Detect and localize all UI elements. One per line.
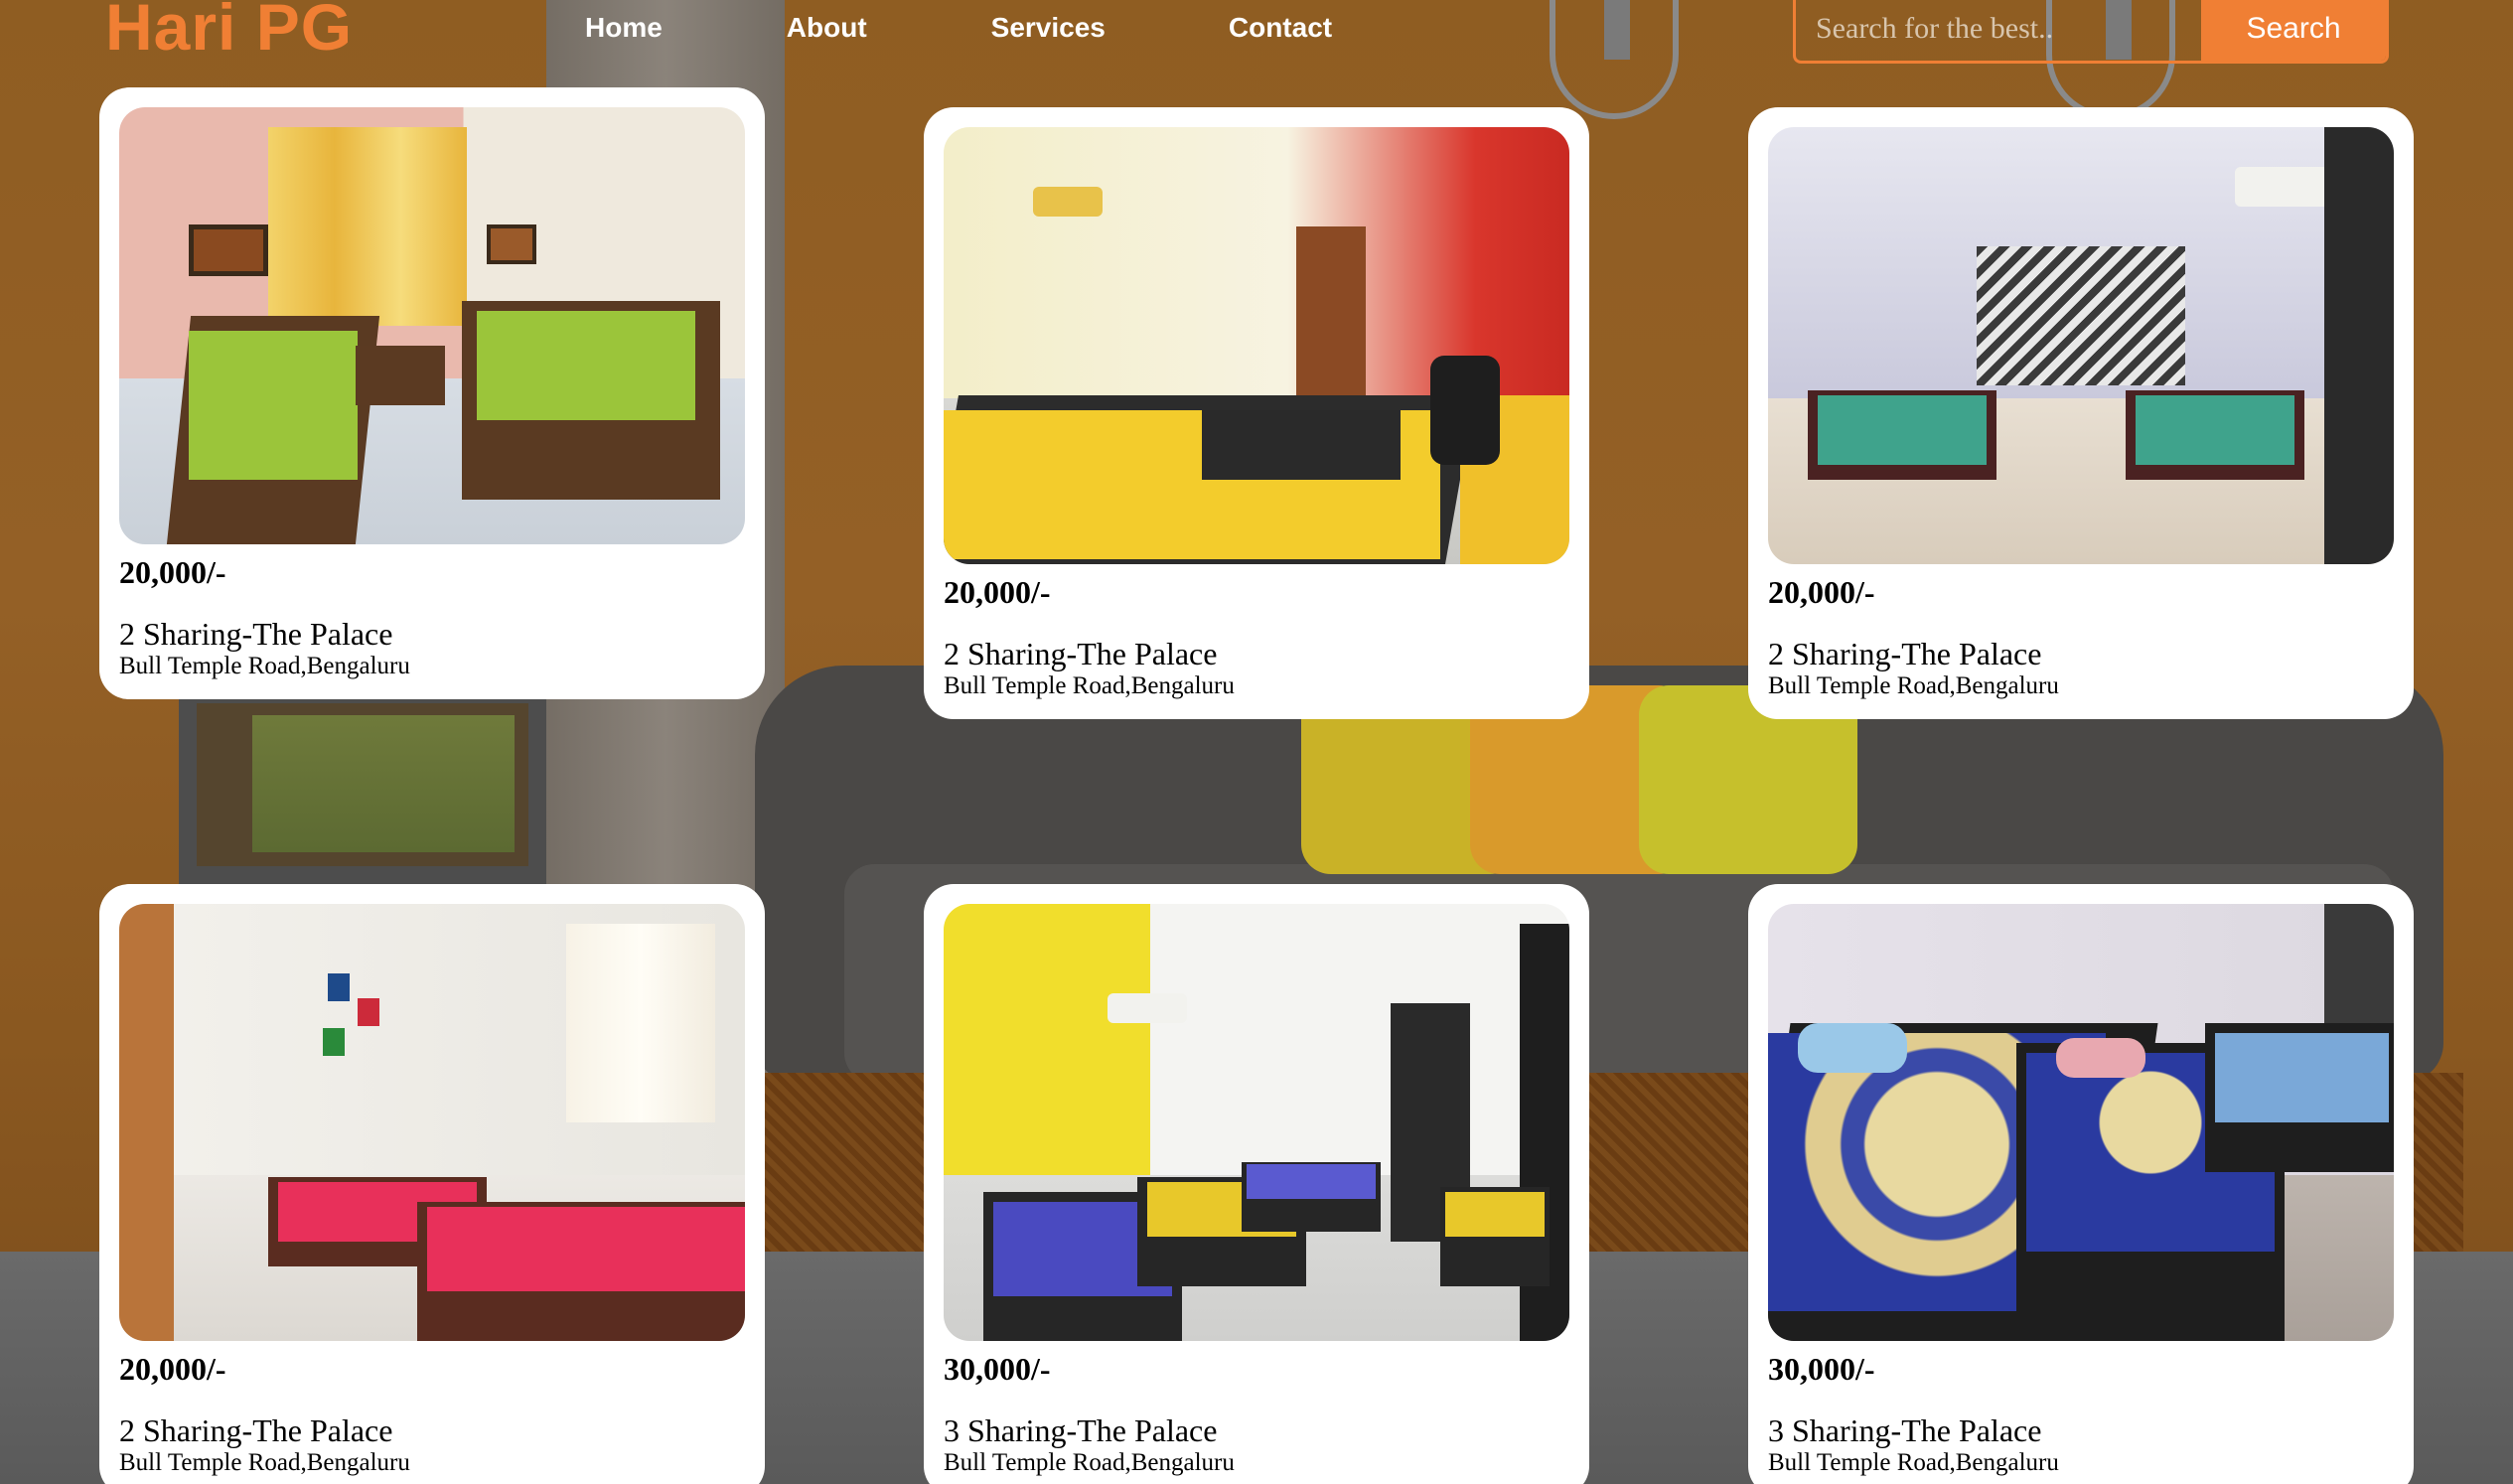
nav-about-link[interactable]: About xyxy=(787,10,867,46)
listing-address: Bull Temple Road,Bengaluru xyxy=(944,1449,1235,1476)
listing-title[interactable]: 3 Sharing-The Palace xyxy=(1768,1412,2394,1448)
listing-price: 30,000/- xyxy=(1768,1351,1875,1387)
listing-price: 20,000/- xyxy=(944,574,1051,610)
site-logo[interactable]: Hari PG xyxy=(105,0,353,62)
listing-address: Bull Temple Road,Bengaluru xyxy=(1768,1449,2059,1476)
listing-title[interactable]: 2 Sharing-The Palace xyxy=(944,636,1569,671)
listing-address: Bull Temple Road,Bengaluru xyxy=(119,653,410,679)
listing-title[interactable]: 3 Sharing-The Palace xyxy=(944,1412,1569,1448)
listing-card[interactable]: 20,000/- 2 Sharing-The Palace Bull Templ… xyxy=(99,884,765,1484)
listing-title[interactable]: 2 Sharing-The Palace xyxy=(1768,636,2394,671)
listing-title[interactable]: 2 Sharing-The Palace xyxy=(119,1412,745,1448)
listing-price: 20,000/- xyxy=(1768,574,1875,610)
listing-card[interactable]: 30,000/- 3 Sharing-The Palace Bull Templ… xyxy=(1748,884,2414,1484)
nav-contact-link[interactable]: Contact xyxy=(1229,10,1332,46)
room-photo xyxy=(1768,904,2394,1341)
listing-card[interactable]: 20,000/- 2 Sharing-The Palace Bull Templ… xyxy=(99,87,765,699)
listing-title[interactable]: 2 Sharing-The Palace xyxy=(119,616,745,652)
nav-home-link[interactable]: Home xyxy=(585,10,663,46)
room-photo xyxy=(119,904,745,1341)
room-photo xyxy=(119,107,745,544)
listing-card[interactable]: 20,000/- 2 Sharing-The Palace Bull Templ… xyxy=(1748,107,2414,719)
listing-address: Bull Temple Road,Bengaluru xyxy=(1768,672,2059,699)
search-button[interactable]: Search xyxy=(2201,0,2386,61)
listing-card[interactable]: 30,000/- 3 Sharing-The Palace Bull Templ… xyxy=(924,884,1589,1484)
nav-services-link[interactable]: Services xyxy=(991,10,1106,46)
listing-price: 30,000/- xyxy=(944,1351,1051,1387)
site-header: Hari PG Home About Services Contact Sear… xyxy=(0,0,2513,70)
listing-card[interactable]: 20,000/- 2 Sharing-The Palace Bull Templ… xyxy=(924,107,1589,719)
listing-price: 20,000/- xyxy=(119,554,226,590)
search-bar: Search xyxy=(1793,0,2389,64)
listing-address: Bull Temple Road,Bengaluru xyxy=(944,672,1235,699)
main-nav: Home About Services Contact xyxy=(585,10,1332,46)
room-photo xyxy=(944,127,1569,564)
search-input[interactable] xyxy=(1796,0,2201,61)
room-photo xyxy=(1768,127,2394,564)
room-photo xyxy=(944,904,1569,1341)
listing-price: 20,000/- xyxy=(119,1351,226,1387)
listing-address: Bull Temple Road,Bengaluru xyxy=(119,1449,410,1476)
